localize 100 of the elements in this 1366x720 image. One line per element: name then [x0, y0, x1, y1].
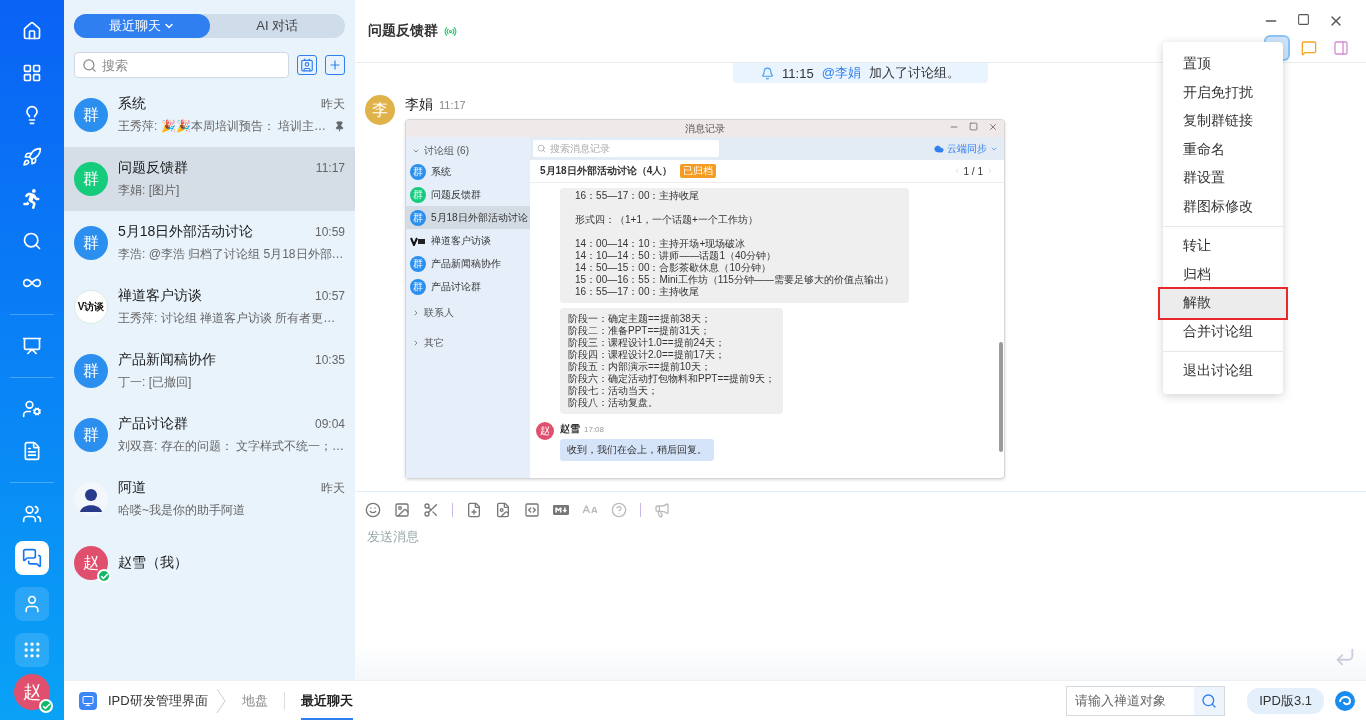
chat-time: 10:59	[314, 225, 345, 239]
image-icon[interactable]	[394, 502, 410, 518]
file-icon[interactable]	[466, 502, 482, 518]
chat-preview: 王秀萍: 🎉🎉本周培训预告： 培训主…	[118, 118, 326, 135]
tab[interactable]: 最近聊天	[74, 14, 210, 38]
code-icon[interactable]	[524, 502, 540, 518]
chat-item[interactable]: 群 产品新闻稿协作 10:35 丁一: [已撤回]	[64, 339, 355, 403]
bubble-line: 14：50—15：00：合影茶歇休息（10分钟）	[575, 262, 772, 274]
chat-avatar: 群	[410, 255, 426, 272]
history-name: 5月18日外部活动讨论	[431, 210, 528, 225]
sender-avatar: 赵	[536, 422, 554, 440]
section-header[interactable]: 其它	[406, 328, 530, 358]
contacts-button[interactable]	[297, 55, 317, 75]
chat-item[interactable]: 群 系统 昨天 王秀萍: 🎉🎉本周培训预告： 培训主…	[64, 83, 355, 147]
menu-item[interactable]: 退出讨论组	[1163, 357, 1283, 386]
menu-item[interactable]: 转让	[1163, 232, 1283, 261]
rocket-icon	[22, 147, 42, 167]
message-input[interactable]: 发送消息	[365, 526, 1356, 646]
chat-avatar: 群	[410, 278, 426, 295]
menu-item[interactable]: 解散	[1160, 289, 1286, 318]
app-name[interactable]: IPD研发管理界面	[108, 691, 208, 710]
nav-button[interactable]	[15, 587, 49, 621]
mention-link[interactable]: @李娟	[821, 64, 861, 82]
side-panel-icon	[1333, 40, 1349, 56]
history-item[interactable]: 禅道客户访谈	[406, 229, 530, 252]
menu-item[interactable]: 复制群链接	[1163, 107, 1283, 136]
maximize-icon[interactable]	[1297, 13, 1310, 26]
caret-icon	[412, 339, 420, 347]
file-image-icon[interactable]	[495, 502, 511, 518]
chat-avatar: 群	[410, 186, 426, 203]
caret-icon	[412, 309, 420, 317]
bubble-line: 阶段二：准备PPT==提前31天；	[568, 325, 712, 337]
bell-icon	[761, 66, 775, 80]
history-item[interactable]: 群 问题反馈群	[406, 183, 530, 206]
menu-item[interactable]: 归档	[1163, 260, 1283, 289]
sender-name: 李娟	[405, 96, 433, 114]
chat-name: 问题反馈群	[118, 159, 188, 177]
menu-item[interactable]: 群图标修改	[1163, 192, 1283, 221]
home-icon	[22, 21, 42, 41]
chat-time: 10:57	[314, 289, 345, 303]
user-avatar[interactable]: 赵	[14, 674, 50, 710]
chat-item[interactable]: 群 5月18日外部活动讨论 10:59 李浩: @李浩 归档了讨论组 5月18日外部…	[64, 211, 355, 275]
chat-time: 09:04	[314, 417, 345, 431]
chat-preview: 王秀萍: 讨论组 禅道客户访谈 所有者更…	[118, 310, 336, 327]
chat-item[interactable]: 群 产品讨论群 09:04 刘双喜: 存在的问题： 文字样式不统一；…	[64, 403, 355, 467]
bubble-line: 阶段六：确定活动打包物料和PPT==提前9天；	[568, 373, 775, 385]
history-item[interactable]: 群 产品讨论群	[406, 275, 530, 298]
menu-item[interactable]: 开启免打扰	[1163, 78, 1283, 107]
chat-name: 5月18日外部活动讨论	[118, 223, 254, 241]
chat-avatar: 群	[74, 354, 108, 388]
markdown-icon[interactable]	[553, 502, 569, 518]
menu-item[interactable]: 重命名	[1163, 135, 1283, 164]
chat-time: 昨天	[321, 479, 345, 497]
history-item[interactable]: 群 产品新闻稿协作	[406, 252, 530, 275]
scissors-icon[interactable]	[423, 502, 439, 518]
close-icon	[988, 122, 998, 132]
menu-item[interactable]: 置顶	[1163, 50, 1283, 79]
app-icon[interactable]	[79, 691, 97, 710]
chart-board-icon	[22, 336, 42, 356]
chat-item[interactable]: 阿道 昨天 哈喽~我是你的助手阿道	[64, 467, 355, 531]
notice-text: 加入了讨论组。	[868, 64, 960, 82]
bubble-line: 阶段七：活动当天；	[568, 385, 659, 397]
history-item[interactable]: 群 5月18日外部活动讨论	[406, 206, 530, 229]
menu-item[interactable]: 群设置	[1163, 164, 1283, 193]
user-gear-icon	[22, 399, 42, 419]
caret-icon	[412, 147, 420, 155]
users-icon	[22, 504, 42, 524]
section-header[interactable]: 联系人	[406, 298, 530, 328]
chat-item[interactable]: 群 问题反馈群 11:17 李娟: [图片]	[64, 147, 355, 211]
version-badge: IPD版3.1	[1247, 687, 1324, 714]
contact-card-icon	[300, 58, 314, 72]
history-name: 问题反馈群	[431, 187, 481, 202]
history-item[interactable]: 群 系统	[406, 160, 530, 183]
message-time: 17:08	[584, 425, 605, 434]
chat-item[interactable]: 赵 赵雪（我）	[64, 531, 355, 595]
nav-button[interactable]	[15, 633, 49, 667]
plus-icon	[328, 58, 342, 72]
chat-name: 禅道客户访谈	[118, 287, 202, 305]
nav-link[interactable]: 地盘	[241, 681, 268, 720]
add-button[interactable]	[325, 55, 345, 75]
grid-icon	[22, 63, 42, 83]
message-time: 11:17	[439, 99, 466, 111]
tab[interactable]: AI 对话	[209, 14, 345, 38]
nav-link[interactable]: 最近聊天	[300, 681, 353, 720]
chat-preview: 李娟: [图片]	[118, 182, 180, 199]
chat-name: 产品讨论群	[118, 415, 188, 433]
runner-icon	[22, 189, 42, 209]
search-icon	[537, 144, 546, 153]
swirl-logo-icon[interactable]	[1334, 689, 1356, 712]
emoji-icon[interactable]	[365, 502, 381, 518]
screenshot-window[interactable]	[405, 119, 1005, 479]
menu-item[interactable]: 合并讨论组	[1163, 317, 1283, 346]
chat-item[interactable]: V访谈 禅道客户访谈 10:57 王秀萍: 讨论组 禅道客户访谈 所有者更…	[64, 275, 355, 339]
speech-bubble-icon	[1301, 40, 1317, 56]
chat-preview: 丁一: [已撤回]	[118, 374, 192, 391]
chat-title: 问题反馈群	[368, 22, 438, 40]
nav-button[interactable]	[15, 541, 49, 575]
history-name: 产品讨论群	[431, 279, 481, 294]
search-field[interactable]: 搜索	[74, 52, 289, 78]
group-header[interactable]: 讨论组 (6)	[406, 142, 530, 160]
